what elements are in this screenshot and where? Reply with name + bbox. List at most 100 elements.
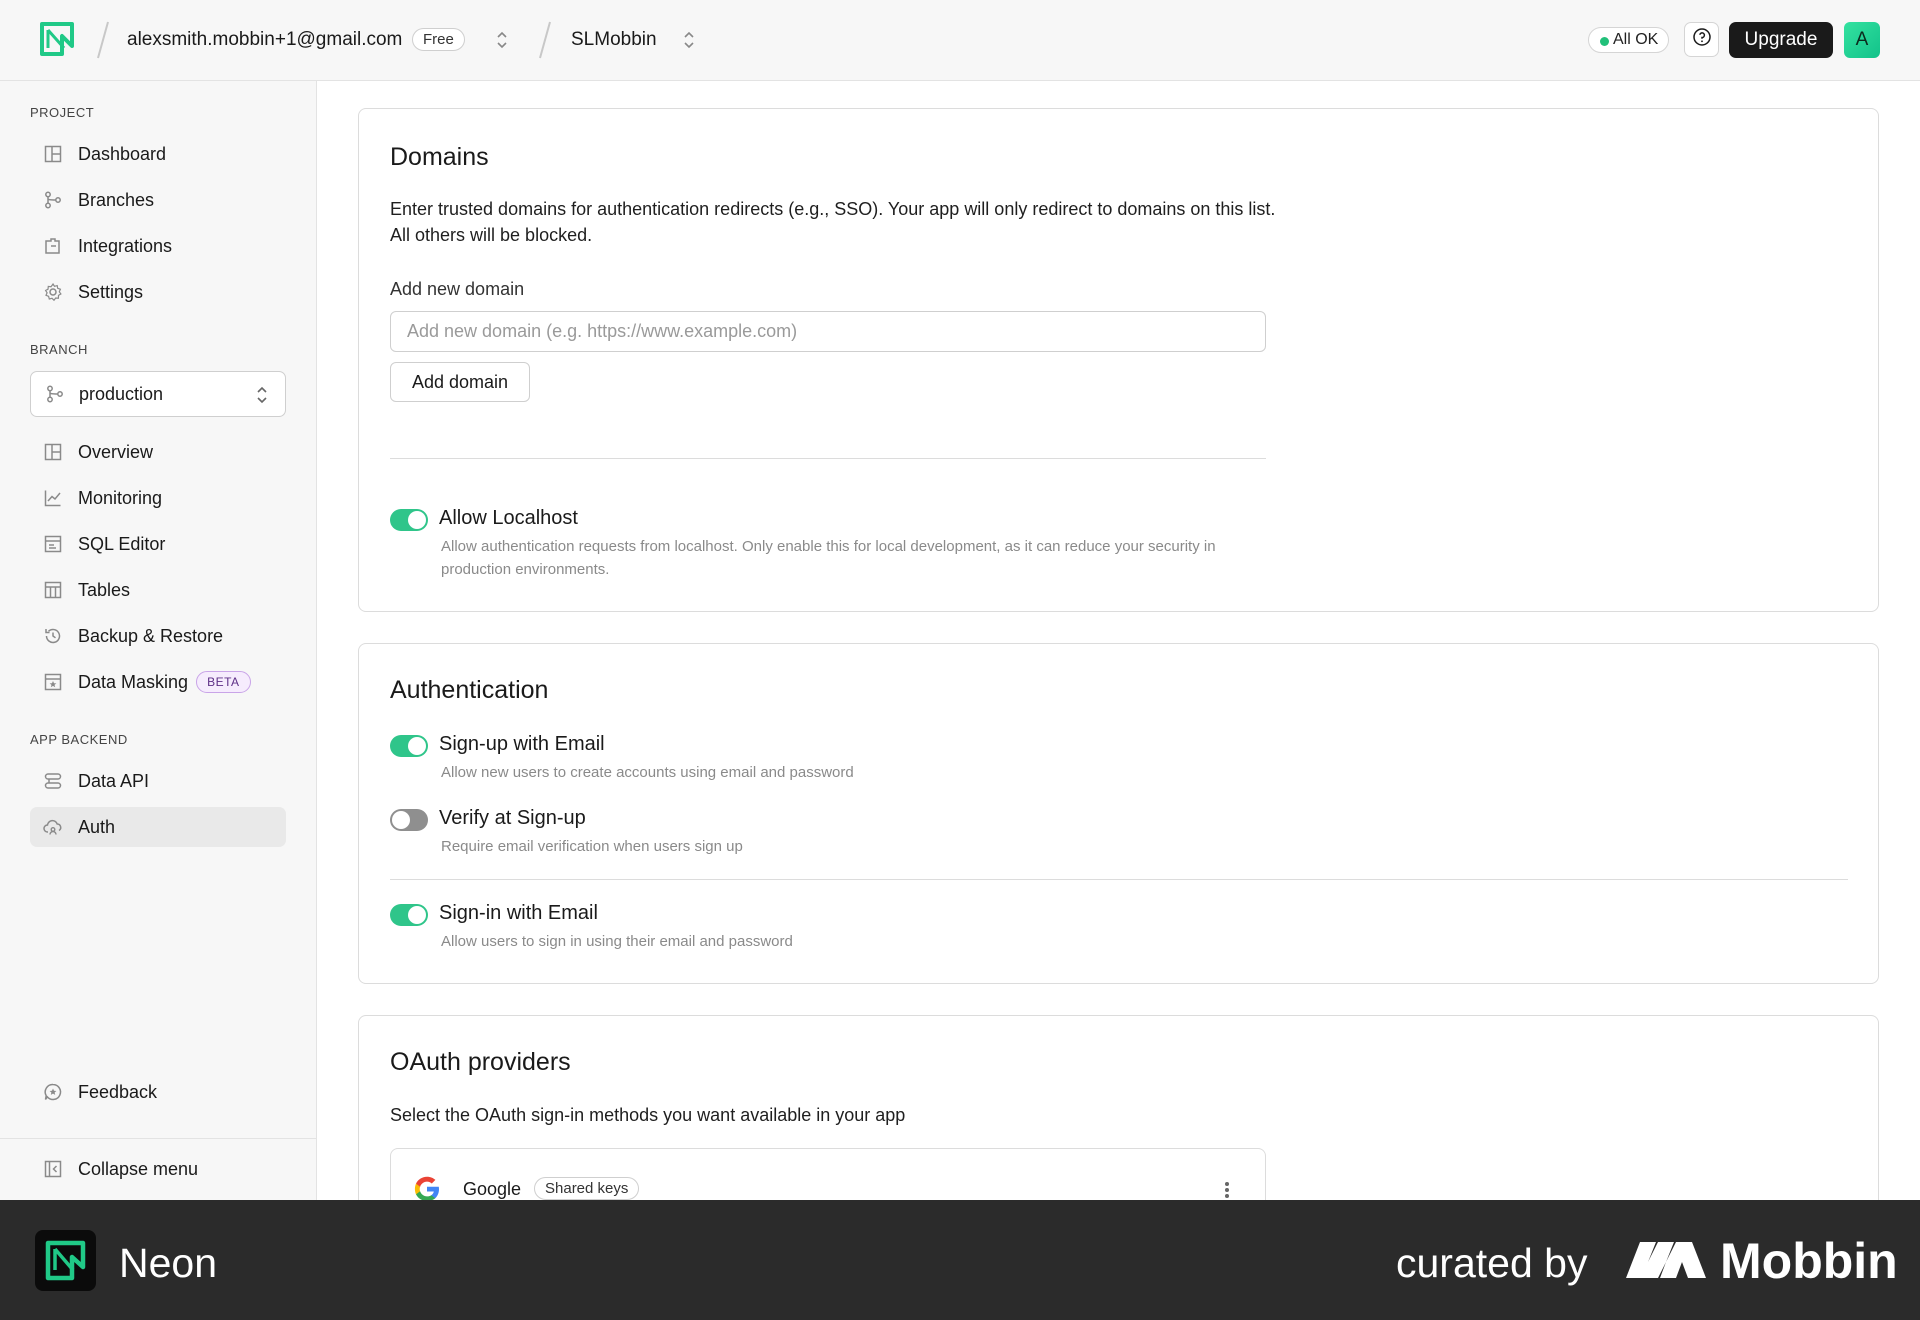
oauth-title: OAuth providers bbox=[390, 1048, 571, 1076]
more-options-icon[interactable] bbox=[1224, 1180, 1230, 1200]
shared-keys-badge: Shared keys bbox=[534, 1177, 640, 1200]
sidebar-item-tables[interactable]: Tables bbox=[30, 570, 286, 610]
footer-app-name: Neon bbox=[119, 1240, 218, 1286]
allow-localhost-title: Allow Localhost bbox=[439, 507, 578, 529]
neon-logo-icon[interactable] bbox=[40, 22, 74, 56]
sidebar-item-sql-editor[interactable]: SQL Editor bbox=[30, 524, 286, 564]
oauth-provider-google[interactable]: Google Shared keys bbox=[390, 1148, 1266, 1200]
sidebar-item-label: Data API bbox=[78, 770, 150, 791]
domains-description: Enter trusted domains for authentication… bbox=[390, 199, 1276, 245]
verify-signup-title: Verify at Sign-up bbox=[439, 807, 586, 829]
breadcrumb-separator-icon bbox=[538, 20, 551, 60]
section-label-project: PROJECT bbox=[30, 105, 95, 120]
signin-email-toggle[interactable] bbox=[390, 904, 428, 926]
feedback-icon bbox=[43, 1082, 63, 1102]
sidebar-item-monitoring[interactable]: Monitoring bbox=[30, 478, 286, 518]
footer-banner: Neon curated by Mobbin bbox=[0, 1200, 1920, 1320]
sidebar-item-label: Data Masking bbox=[78, 671, 189, 692]
signin-email-description: Allow users to sign in using their email… bbox=[441, 933, 793, 950]
status-badge[interactable]: All OK bbox=[1588, 27, 1670, 53]
sidebar-divider bbox=[0, 1138, 316, 1139]
google-icon bbox=[411, 1173, 443, 1200]
integrations-icon bbox=[43, 236, 63, 256]
sidebar-item-label: Monitoring bbox=[78, 487, 163, 508]
mobbin-logo-icon bbox=[1626, 1240, 1708, 1285]
sidebar-item-auth[interactable]: Auth bbox=[30, 807, 286, 847]
sql-editor-icon bbox=[43, 534, 63, 554]
provider-name: Google bbox=[463, 1179, 522, 1199]
signup-email-toggle[interactable] bbox=[390, 735, 428, 757]
gear-icon bbox=[43, 282, 63, 302]
account-switcher-chevron-icon[interactable] bbox=[495, 28, 509, 52]
authentication-card: Authentication Sign-up with Email Allow … bbox=[358, 643, 1879, 984]
sidebar-item-label: Overview bbox=[78, 441, 154, 462]
verify-signup-description: Require email verification when users si… bbox=[441, 838, 743, 855]
verify-signup-toggle[interactable] bbox=[390, 809, 428, 831]
footer-brand: Mobbin bbox=[1720, 1233, 1898, 1289]
collapse-menu-button[interactable]: Collapse menu bbox=[30, 1149, 286, 1189]
dashboard-icon bbox=[43, 144, 63, 164]
question-icon bbox=[1692, 27, 1712, 52]
signup-email-title: Sign-up with Email bbox=[439, 733, 605, 755]
allow-localhost-description: Allow authentication requests from local… bbox=[441, 538, 1216, 578]
chart-icon bbox=[43, 488, 63, 508]
sidebar-item-label: Auth bbox=[78, 816, 116, 837]
account-email[interactable]: alexsmith.mobbin+1@gmail.com bbox=[127, 29, 402, 51]
branches-icon bbox=[43, 190, 63, 210]
add-domain-button[interactable]: Add domain bbox=[390, 362, 531, 402]
collapse-sidebar-icon bbox=[43, 1159, 63, 1179]
avatar[interactable]: A bbox=[1844, 22, 1880, 58]
domains-card: Domains Enter trusted domains for authen… bbox=[358, 108, 1879, 612]
domains-title: Domains bbox=[390, 143, 489, 171]
sidebar-item-label: Branches bbox=[78, 189, 155, 210]
branches-icon bbox=[45, 384, 65, 404]
upgrade-button[interactable]: Upgrade bbox=[1729, 22, 1833, 58]
sidebar-item-branches[interactable]: Branches bbox=[30, 180, 286, 220]
sidebar-item-feedback[interactable]: Feedback bbox=[30, 1072, 286, 1112]
sidebar-item-backup-restore[interactable]: Backup & Restore bbox=[30, 616, 286, 656]
footer-curated-by: curated by bbox=[1396, 1240, 1588, 1286]
chevron-up-down-icon bbox=[255, 383, 269, 412]
section-label-branch: BRANCH bbox=[30, 342, 88, 357]
project-name[interactable]: SLMobbin bbox=[571, 29, 657, 51]
sidebar-item-label: Feedback bbox=[78, 1081, 158, 1102]
sidebar-item-data-masking[interactable]: Data Masking BETA bbox=[30, 662, 286, 702]
sidebar-item-label: Backup & Restore bbox=[78, 625, 224, 646]
sidebar-item-overview[interactable]: Overview bbox=[30, 432, 286, 472]
sidebar-item-integrations[interactable]: Integrations bbox=[30, 226, 286, 266]
oauth-description: Select the OAuth sign-in methods you wan… bbox=[390, 1105, 906, 1125]
overview-icon bbox=[43, 442, 63, 462]
breadcrumb-separator-icon bbox=[96, 20, 109, 60]
neon-logo-icon bbox=[35, 1230, 96, 1291]
auth-cloud-icon bbox=[43, 817, 63, 837]
mask-icon bbox=[43, 672, 63, 692]
branch-selector-value: production bbox=[79, 383, 164, 404]
help-button[interactable] bbox=[1684, 22, 1719, 57]
beta-badge: BETA bbox=[196, 671, 251, 693]
plan-badge: Free bbox=[412, 28, 465, 51]
allow-localhost-toggle[interactable] bbox=[390, 509, 428, 531]
status-dot-icon bbox=[1600, 37, 1609, 46]
oauth-card: OAuth providers Select the OAuth sign-in… bbox=[358, 1015, 1879, 1200]
sidebar-item-data-api[interactable]: Data API bbox=[30, 761, 286, 801]
section-label-app-backend: APP BACKEND bbox=[30, 732, 128, 747]
history-icon bbox=[43, 626, 63, 646]
sidebar-item-label: Integrations bbox=[78, 235, 173, 256]
sidebar-item-label: Tables bbox=[78, 579, 131, 600]
branch-selector[interactable]: production bbox=[30, 371, 286, 417]
project-switcher-chevron-icon[interactable] bbox=[682, 28, 696, 52]
table-icon bbox=[43, 580, 63, 600]
api-icon bbox=[43, 771, 63, 791]
sidebar-item-label: Settings bbox=[78, 281, 144, 302]
authentication-title: Authentication bbox=[390, 676, 549, 704]
sidebar-item-dashboard[interactable]: Dashboard bbox=[30, 134, 286, 174]
domains-divider bbox=[390, 458, 1266, 459]
main-content: Domains Enter trusted domains for authen… bbox=[318, 81, 1920, 1200]
sidebar-item-settings[interactable]: Settings bbox=[30, 272, 286, 312]
sidebar: PROJECT Dashboard Branches Integrations … bbox=[0, 81, 317, 1200]
top-bar: alexsmith.mobbin+1@gmail.com Free SLMobb… bbox=[0, 0, 1920, 81]
status-label: All OK bbox=[1613, 31, 1659, 48]
domain-input[interactable] bbox=[390, 311, 1266, 352]
sidebar-item-label: Collapse menu bbox=[78, 1158, 199, 1179]
sidebar-item-label: Dashboard bbox=[78, 143, 167, 164]
